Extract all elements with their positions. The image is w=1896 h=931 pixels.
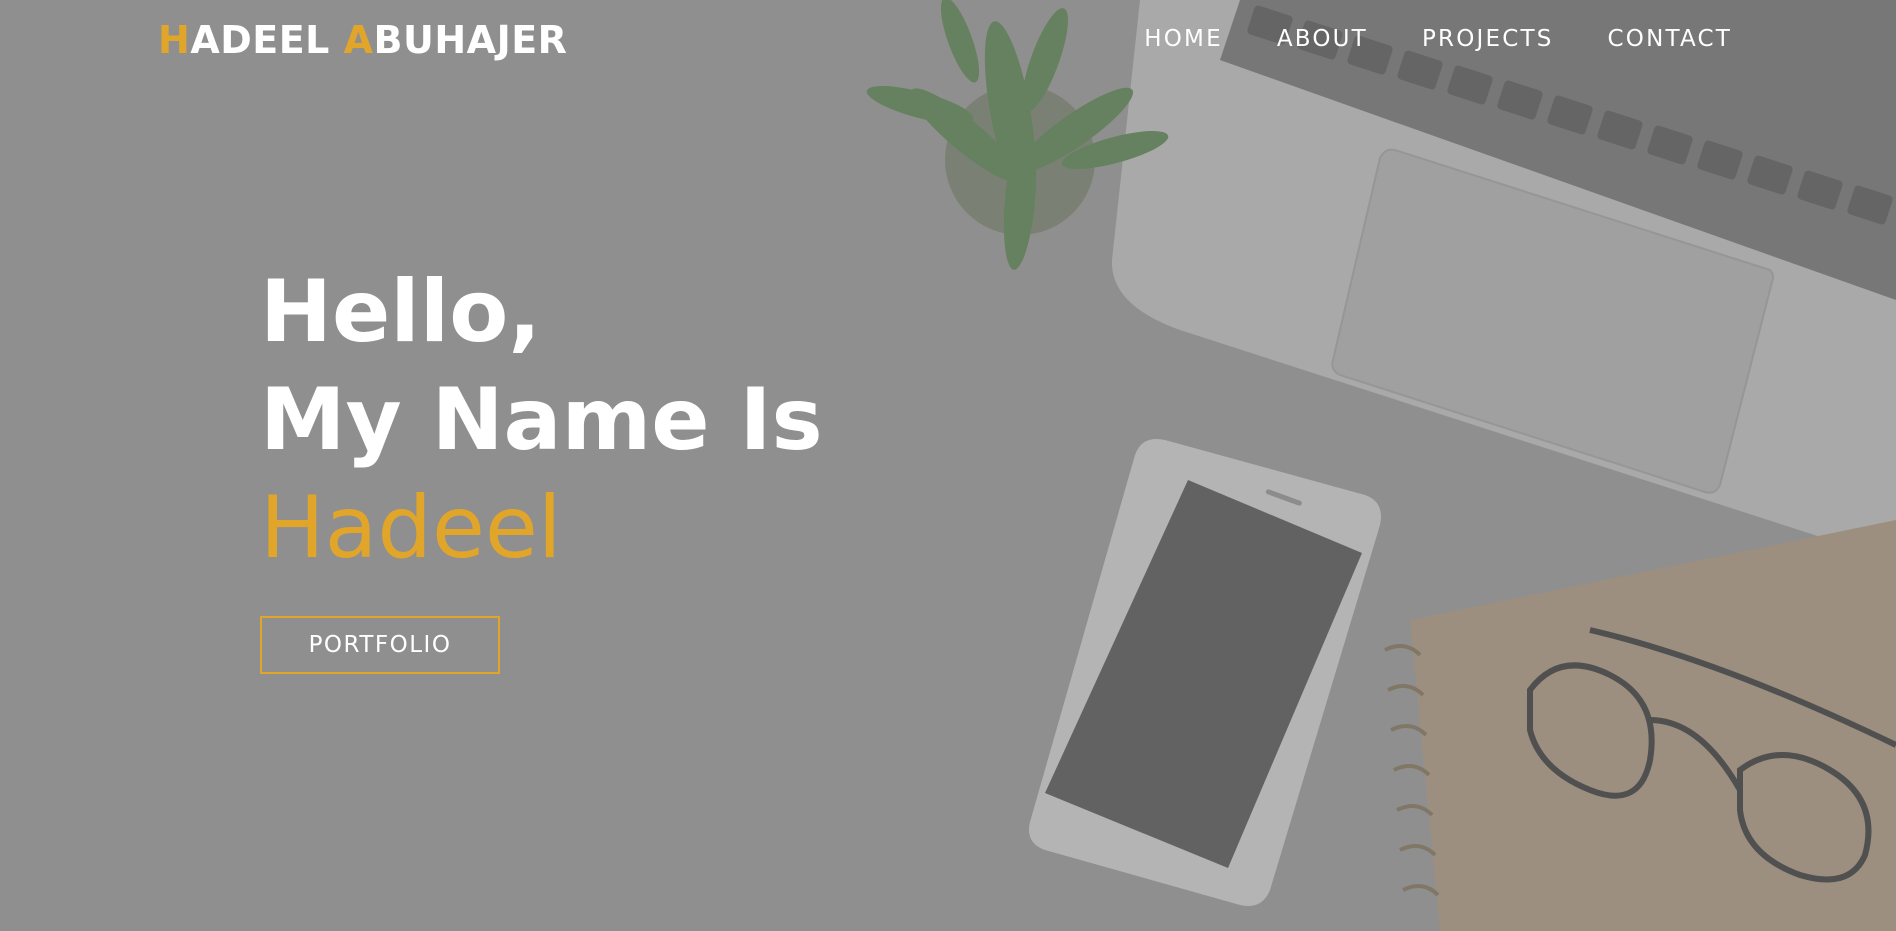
main-nav: HOME ABOUT PROJECTS CONTACT: [1144, 26, 1732, 52]
hero-intro: My Name Is: [260, 370, 823, 470]
brand-first-initial: H: [158, 18, 191, 62]
brand-last-rest: BUHAJER: [373, 18, 568, 62]
nav-link-projects[interactable]: PROJECTS: [1422, 26, 1554, 52]
hero-headline: Hello, My Name Is Hadeel: [260, 258, 823, 582]
brand-logo[interactable]: HADEEL ABUHAJER: [158, 18, 567, 62]
brand-first-rest: ADEEL: [190, 18, 344, 62]
hero-section: HADEEL ABUHAJER HOME ABOUT PROJECTS CONT…: [0, 0, 1896, 931]
portfolio-button[interactable]: PORTFOLIO: [260, 616, 500, 674]
nav-link-home[interactable]: HOME: [1144, 26, 1223, 52]
nav-link-contact[interactable]: CONTACT: [1608, 26, 1732, 52]
nav-link-about[interactable]: ABOUT: [1277, 26, 1368, 52]
hero-greeting: Hello,: [260, 262, 542, 362]
hero-name: Hadeel: [260, 478, 562, 578]
brand-last-initial: A: [343, 18, 374, 62]
